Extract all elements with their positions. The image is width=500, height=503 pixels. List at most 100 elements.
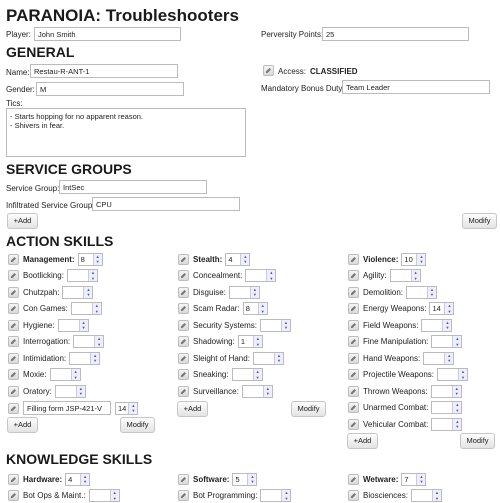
skill-value-spinner[interactable]: 8 ▲ ▼ <box>77 252 103 266</box>
spinner-arrows[interactable]: ▲ ▼ <box>281 319 291 331</box>
skill-edit-icon[interactable] <box>8 385 19 397</box>
add-action-skill-button-1[interactable]: +Add <box>7 417 38 433</box>
skill-value-spinner[interactable]: ▲ ▼ <box>57 318 89 332</box>
access-edit-icon[interactable] <box>263 65 274 76</box>
add-service-group-button[interactable]: +Add <box>7 213 38 229</box>
skill-value-spinner[interactable]: ▲ ▼ <box>431 335 463 348</box>
skill-value-spinner[interactable]: ▲ ▼ <box>241 384 273 398</box>
spinner-arrows[interactable]: ▲ ▼ <box>94 336 104 347</box>
skill-edit-icon[interactable] <box>348 402 359 413</box>
spinner-arrows[interactable]: ▲ ▼ <box>262 385 272 397</box>
skill-edit-icon[interactable] <box>348 253 359 265</box>
spinner-arrows[interactable]: ▲ ▼ <box>452 336 462 347</box>
skill-edit-icon[interactable] <box>178 319 189 331</box>
custom-skill-name-input[interactable]: Filling form JSP-421-V <box>23 401 111 415</box>
skill-value-spinner[interactable]: ▲ ▼ <box>49 368 81 381</box>
skill-value-spinner[interactable]: ▲ ▼ <box>406 285 438 299</box>
skill-value-spinner[interactable]: ▲ ▼ <box>389 269 421 282</box>
skill-value-spinner[interactable]: ▲ ▼ <box>231 368 263 381</box>
skill-edit-icon[interactable] <box>8 369 19 380</box>
skill-value-spinner[interactable]: 1 ▲ ▼ <box>237 335 263 348</box>
spinner-arrows[interactable]: ▲ ▼ <box>240 253 250 265</box>
skill-edit-icon[interactable] <box>348 336 359 347</box>
spinner-arrows[interactable]: ▲ ▼ <box>444 352 454 364</box>
spinner-arrows[interactable]: ▲ ▼ <box>266 270 276 281</box>
spinner-arrows[interactable]: ▲ ▼ <box>281 490 291 501</box>
spinner-arrows[interactable]: ▲ ▼ <box>92 253 102 265</box>
skill-value-spinner[interactable]: 10 ▲ ▼ <box>401 252 427 266</box>
skill-value-spinner[interactable]: ▲ ▼ <box>88 489 120 502</box>
infiltrated-group-input[interactable]: CPU <box>92 197 240 211</box>
spinner-arrows[interactable]: ▲ ▼ <box>273 352 283 364</box>
spinner-arrows[interactable]: ▲ ▼ <box>252 336 262 347</box>
player-input[interactable]: John Smith <box>34 27 181 41</box>
skill-edit-icon[interactable] <box>178 385 189 397</box>
skill-value-spinner[interactable]: 5 ▲ ▼ <box>232 472 258 486</box>
skill-edit-icon[interactable] <box>8 352 19 364</box>
skill-value-spinner[interactable]: ▲ ▼ <box>431 401 463 414</box>
modify-action-skill-button-1[interactable]: Modify <box>120 417 155 433</box>
skill-edit-icon[interactable] <box>178 303 189 314</box>
skill-edit-icon[interactable] <box>8 490 19 501</box>
skill-edit-icon[interactable] <box>178 473 189 485</box>
skill-value-spinner[interactable]: 7 ▲ ▼ <box>401 472 427 486</box>
custom-skill-value-spinner[interactable]: 14 ▲ ▼ <box>115 401 139 415</box>
skill-edit-icon[interactable] <box>348 286 359 298</box>
skill-edit-icon[interactable] <box>8 473 19 485</box>
skill-value-spinner[interactable]: ▲ ▼ <box>66 269 98 282</box>
spinner-arrows[interactable]: ▲ ▼ <box>91 303 101 314</box>
skill-value-spinner[interactable]: 14 ▲ ▼ <box>429 302 455 315</box>
skill-value-spinner[interactable]: ▲ ▼ <box>245 269 277 282</box>
add-action-skill-button-2[interactable]: +Add <box>177 401 208 417</box>
spinner-arrows[interactable]: ▲ ▼ <box>444 303 454 314</box>
skill-edit-icon[interactable] <box>178 352 189 364</box>
spinner-arrows[interactable]: ▲ ▼ <box>416 473 426 485</box>
skill-value-spinner[interactable]: ▲ ▼ <box>431 417 463 431</box>
skill-edit-icon[interactable] <box>178 253 189 265</box>
skill-value-spinner[interactable]: ▲ ▼ <box>73 335 105 348</box>
skill-value-spinner[interactable]: ▲ ▼ <box>260 318 292 332</box>
spinner-arrows[interactable]: ▲ ▼ <box>427 286 437 298</box>
skill-edit-icon[interactable] <box>8 336 19 347</box>
spinner-arrows[interactable]: ▲ ▼ <box>442 319 452 331</box>
skill-value-spinner[interactable]: 4 ▲ ▼ <box>65 472 91 486</box>
spinner-arrows[interactable]: ▲ ▼ <box>90 352 100 364</box>
skill-edit-icon[interactable] <box>348 319 359 331</box>
spinner-arrows[interactable]: ▲ ▼ <box>451 385 461 397</box>
spinner-arrows[interactable]: ▲ ▼ <box>247 473 257 485</box>
skill-value-spinner[interactable]: ▲ ▼ <box>54 384 86 398</box>
skill-edit-icon[interactable] <box>8 303 19 314</box>
skill-edit-icon[interactable] <box>348 369 359 380</box>
skill-value-spinner[interactable]: ▲ ▼ <box>70 302 102 315</box>
skill-value-spinner[interactable]: ▲ ▼ <box>69 351 101 365</box>
name-input[interactable]: Restau-R-ANT-1 <box>30 64 178 78</box>
skill-edit-icon[interactable] <box>348 385 359 397</box>
spinner-arrows[interactable]: ▲ ▼ <box>252 369 262 380</box>
spinner-arrows[interactable]: ▲ ▼ <box>257 303 267 314</box>
spinner-arrows[interactable]: ▲ ▼ <box>452 402 462 413</box>
skill-edit-icon[interactable] <box>178 490 189 501</box>
skill-edit-icon[interactable] <box>348 270 359 281</box>
skill-value-spinner[interactable]: 4 ▲ ▼ <box>225 252 251 266</box>
spinner-arrows[interactable]: ▲ ▼ <box>128 402 138 414</box>
skill-value-spinner[interactable]: ▲ ▼ <box>437 368 468 381</box>
tics-textarea[interactable]: - Starts hopping for no apparent reason.… <box>6 108 246 157</box>
skill-edit-icon[interactable] <box>348 352 359 364</box>
skill-edit-icon[interactable] <box>348 473 359 485</box>
skill-edit-icon[interactable] <box>8 319 19 331</box>
modify-action-skill-button-3[interactable]: Modify <box>460 433 495 449</box>
skill-edit-icon[interactable] <box>348 490 359 501</box>
spinner-arrows[interactable]: ▲ ▼ <box>87 270 97 281</box>
modify-service-group-button[interactable]: Modify <box>462 213 497 229</box>
spinner-arrows[interactable]: ▲ ▼ <box>78 319 88 331</box>
spinner-arrows[interactable]: ▲ ▼ <box>70 369 80 380</box>
skill-edit-icon[interactable] <box>8 253 19 265</box>
skill-value-spinner[interactable]: ▲ ▼ <box>228 285 260 299</box>
spinner-arrows[interactable]: ▲ ▼ <box>431 490 441 501</box>
service-group-input[interactable]: IntSec <box>59 180 207 194</box>
skill-edit-icon[interactable] <box>178 336 189 347</box>
duty-input[interactable]: Team Leader <box>342 80 490 94</box>
spinner-arrows[interactable]: ▲ ▼ <box>410 270 420 281</box>
skill-value-spinner[interactable]: ▲ ▼ <box>252 351 284 365</box>
skill-edit-icon[interactable] <box>178 270 189 281</box>
